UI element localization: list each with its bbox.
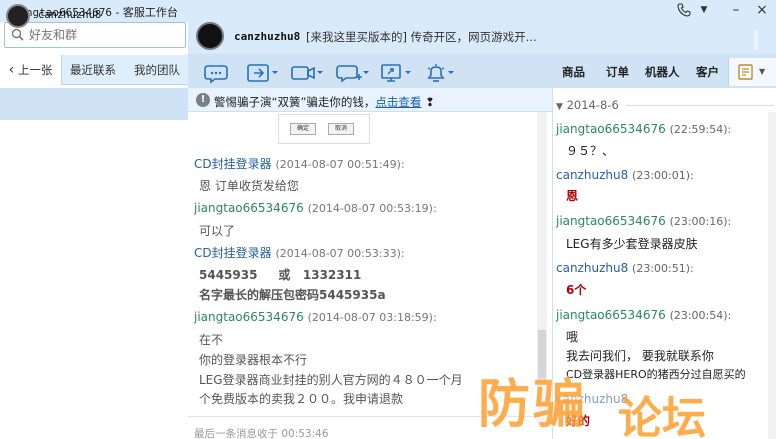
screen-share-icon[interactable] xyxy=(380,62,414,84)
peer-status: [来我这里买版本的] 传奇开区，网页游戏开... xyxy=(306,30,537,44)
peer-avatar[interactable] xyxy=(196,22,224,50)
history-text: 哦 xyxy=(566,330,579,344)
tab-team[interactable]: 我的团队 xyxy=(126,55,188,85)
history-header: jiangtao66534676 (23:00:16): xyxy=(556,214,732,228)
watermark-text: 防骗 xyxy=(478,375,589,435)
history-header: canzhuzhu8 (23:00:01): xyxy=(556,168,694,182)
emoji-icon[interactable] xyxy=(204,62,238,84)
peer-name: canzhuzhu8 xyxy=(234,30,301,43)
message-time: (2014-08-07 03:18:59): xyxy=(307,311,437,324)
contact-item[interactable] xyxy=(0,88,188,120)
search-input[interactable] xyxy=(29,27,179,43)
divider xyxy=(626,105,774,106)
history-text: 6个 xyxy=(566,283,587,297)
video-icon[interactable] xyxy=(290,62,324,84)
message-sender: jiangtao66534676 xyxy=(194,310,304,324)
message-time: (2014-08-07 00:51:49): xyxy=(275,158,405,171)
search-icon xyxy=(11,28,24,44)
message-text: 恩 订单收货发给您 xyxy=(199,179,299,193)
message-time: (2014-08-07 00:53:33): xyxy=(275,247,405,260)
minimize-button[interactable]: – xyxy=(724,0,748,20)
message-time: (2014-08-07 00:53:19): xyxy=(307,202,437,215)
message-text: 名字最长的解压包密码5445935a xyxy=(199,288,386,302)
message-header: jiangtao66534676 (2014-08-07 03:18:59): xyxy=(194,310,437,324)
close-button[interactable]: × xyxy=(750,0,774,20)
message-text: 在不 xyxy=(199,333,224,347)
tab-recent[interactable]: 最近联系 xyxy=(64,55,122,85)
remind-icon[interactable] xyxy=(424,62,458,84)
tab-robot[interactable]: 机器人 xyxy=(645,64,680,80)
history-header: jiangtao66534676 (23:00:54): xyxy=(556,308,732,322)
history-scrollbar[interactable] xyxy=(768,112,776,439)
watermark-text: 论坛 xyxy=(618,393,706,439)
history-text: 我去问我们， 要我就联系你 xyxy=(566,349,714,363)
last-message-note: 最后一条消息收于 00:53:46 xyxy=(194,428,329,439)
avatar xyxy=(6,4,30,28)
message-header: CD封挂登录器 (2014-08-07 00:53:33): xyxy=(194,244,405,261)
message-text: 你的登录器根本不行 xyxy=(199,353,308,367)
history-header: canzhuzhu8 (23:00:51): xyxy=(556,261,694,275)
add-chat-icon[interactable] xyxy=(336,62,370,84)
message-text: 个免费版本的卖我２００。我申请退款 xyxy=(199,392,404,406)
history-text: LEG有多少套登录器皮肤 xyxy=(566,237,698,251)
warning-text: 警惕骗子演“双簧”骗走你的钱，点击查看 ❢ xyxy=(214,95,435,109)
chevron-down-icon[interactable]: ▼ xyxy=(692,0,716,20)
chevron-left-icon: ‹ xyxy=(8,62,15,78)
note-icon xyxy=(737,63,755,84)
message-header: jiangtao66534676 (2014-08-07 00:53:19): xyxy=(194,201,437,215)
warning-arrow-icon: ❢ xyxy=(421,95,435,109)
history-text: 恩 xyxy=(566,189,579,203)
message-header: CD封挂登录器 (2014-08-07 00:51:49): xyxy=(194,155,405,172)
triangle-icon: ▼ xyxy=(556,102,563,112)
dialog-cancel-button: 取消 xyxy=(328,123,354,135)
chevron-down-icon: ▼ xyxy=(759,67,766,76)
message-sender: CD封挂登录器 xyxy=(194,246,272,260)
history-text: ９５？、 xyxy=(566,144,615,158)
date-separator: ▼ 2014-8-6 xyxy=(556,98,619,112)
search-box[interactable] xyxy=(4,22,186,48)
history-header: jiangtao66534676 (22:59:54): xyxy=(556,122,732,136)
message-sender: CD封挂登录器 xyxy=(194,157,272,171)
transfer-file-icon[interactable] xyxy=(246,62,280,84)
message-sender: jiangtao66534676 xyxy=(194,201,304,215)
history-text: CD登录器HERO的猪西分过自愿买的 xyxy=(566,368,746,381)
header-divider xyxy=(754,30,758,50)
message-text: 5445935 或 1332311 xyxy=(199,268,362,282)
message-text: 可以了 xyxy=(199,224,236,238)
alert-icon: ! xyxy=(196,93,210,107)
message-text: LEG登录器商业封挂的别人官方网的４８０一个月 xyxy=(199,373,463,387)
tab-goods[interactable]: 商品 xyxy=(562,64,585,80)
warning-link[interactable]: 点击查看 xyxy=(375,95,421,109)
tab-customer[interactable]: 客户 xyxy=(696,64,719,80)
tab-prev[interactable]: ‹ 上一张 xyxy=(0,55,62,85)
more-tab[interactable]: ▼ xyxy=(728,58,776,86)
tab-orders[interactable]: 订单 xyxy=(606,64,629,80)
contact-name: canzhuzhu8 xyxy=(38,9,102,21)
dialog-ok-button: 确定 xyxy=(290,123,316,135)
